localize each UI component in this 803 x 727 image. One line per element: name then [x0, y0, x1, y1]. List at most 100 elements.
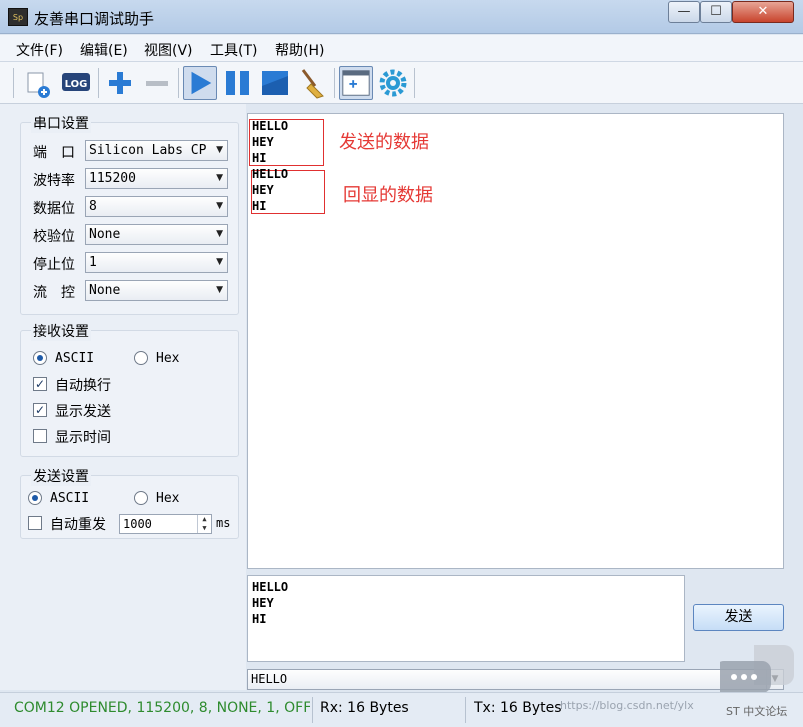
baud-value: 115200 — [89, 171, 136, 186]
chevron-down-icon: ▼ — [216, 145, 223, 155]
send-line: HEY — [252, 596, 274, 610]
remove-icon[interactable] — [140, 66, 174, 100]
settings-gear-icon[interactable] — [376, 66, 410, 100]
send-history-value: HELLO — [251, 672, 288, 686]
receive-text-area[interactable]: HELLO HEY HI HELLO HEY HI 发送的数据 回显的数据 — [247, 113, 784, 569]
recv-echo-line: HI — [252, 199, 267, 213]
baud-label: 波特率 — [33, 173, 75, 189]
parity-value: None — [89, 227, 121, 242]
chevron-down-icon: ▼ — [216, 229, 223, 239]
baud-select[interactable]: 115200 ▼ — [85, 168, 228, 189]
spin-arrows-icon[interactable]: ▲ ▼ — [197, 515, 211, 533]
send-line: HI — [252, 612, 267, 626]
stopbits-value: 1 — [89, 255, 97, 270]
recv-ascii-radio[interactable] — [33, 351, 47, 365]
show-sent-label: 显示发送 — [55, 404, 111, 420]
watermark-text: ST 中文论坛 — [726, 705, 788, 718]
serial-settings-title: 串口设置 — [31, 113, 91, 133]
toolbar: LOG — [0, 62, 803, 104]
minimize-button[interactable]: — — [668, 1, 700, 23]
port-status: COM12 OPENED, 115200, 8, NONE, 1, OFF — [14, 700, 310, 716]
recv-sent-line: HELLO — [252, 119, 289, 133]
toolbar-separator — [414, 68, 415, 98]
resend-interval-value: 1000 — [123, 517, 152, 531]
new-icon[interactable] — [20, 66, 54, 100]
chevron-down-icon: ▼ — [216, 201, 223, 211]
stop-icon[interactable] — [258, 66, 292, 100]
send-button[interactable]: 发送 — [693, 604, 784, 631]
show-time-label: 显示时间 — [55, 430, 111, 446]
send-history-combo[interactable]: HELLO ▼ — [247, 669, 784, 690]
watermark-url: https://blog.csdn.net/ylx — [560, 699, 694, 712]
recv-hex-label: Hex — [156, 351, 180, 366]
recv-echo-line: HEY — [252, 183, 274, 197]
show-time-checkbox[interactable] — [33, 429, 47, 443]
flow-label: 流 控 — [33, 285, 75, 301]
recv-hex-radio[interactable] — [134, 351, 148, 365]
show-sent-checkbox[interactable]: ✓ — [33, 403, 47, 417]
status-separator — [465, 697, 466, 723]
menu-view[interactable]: 视图(V) — [144, 40, 193, 60]
send-hex-label: Hex — [156, 491, 180, 506]
recv-sent-line: HEY — [252, 135, 274, 149]
send-ascii-radio[interactable] — [28, 491, 42, 505]
recv-echo-line: HELLO — [252, 167, 289, 181]
send-ascii-label: ASCII — [50, 491, 90, 506]
window-icon[interactable] — [339, 66, 373, 100]
databits-value: 8 — [89, 199, 97, 214]
clear-broom-icon[interactable] — [295, 66, 329, 100]
flow-value: None — [89, 283, 121, 298]
menu-edit[interactable]: 编辑(E) — [80, 40, 128, 60]
receive-settings-group: 接收设置 — [20, 321, 239, 457]
port-value: Silicon Labs CP — [89, 143, 207, 158]
log-icon[interactable]: LOG — [59, 66, 93, 100]
send-text-area[interactable]: HELLO HEY HI — [247, 575, 685, 662]
auto-resend-checkbox[interactable] — [28, 516, 42, 530]
status-separator — [312, 697, 313, 723]
maximize-button[interactable]: ☐ — [700, 1, 732, 23]
menu-help[interactable]: 帮助(H) — [275, 40, 324, 60]
log-icon-label: LOG — [65, 79, 88, 90]
chevron-down-icon: ▼ — [216, 173, 223, 183]
toolbar-separator — [178, 68, 179, 98]
toolbar-separator — [13, 68, 14, 98]
echo-data-annotation: 回显的数据 — [343, 185, 433, 206]
app-icon: Sp — [8, 8, 28, 26]
chevron-down-icon: ▼ — [216, 257, 223, 267]
recv-ascii-label: ASCII — [55, 351, 95, 366]
port-label: 端 口 — [33, 145, 75, 161]
resend-unit: ms — [216, 516, 231, 530]
tx-count: Tx: 16 Bytes — [474, 700, 562, 716]
auto-resend-label: 自动重发 — [50, 517, 106, 533]
menu-tools[interactable]: 工具(T) — [210, 40, 257, 60]
databits-label: 数据位 — [33, 201, 75, 217]
send-line: HELLO — [252, 580, 289, 594]
start-icon[interactable] — [183, 66, 217, 100]
recv-sent-line: HI — [252, 151, 267, 165]
parity-select[interactable]: None ▼ — [85, 224, 228, 245]
stopbits-label: 停止位 — [33, 257, 75, 273]
title-bar: Sp 友善串口调试助手 — ☐ ✕ — [0, 0, 803, 34]
menu-file[interactable]: 文件(F) — [16, 40, 63, 60]
port-select[interactable]: Silicon Labs CP ▼ — [85, 140, 228, 161]
menu-bar: 文件(F) 编辑(E) 视图(V) 工具(T) 帮助(H) — [0, 35, 803, 62]
chevron-down-icon: ▼ — [216, 285, 223, 295]
pause-icon[interactable] — [221, 66, 255, 100]
toolbar-separator — [98, 68, 99, 98]
close-button[interactable]: ✕ — [732, 1, 794, 23]
auto-newline-checkbox[interactable]: ✓ — [33, 377, 47, 391]
rx-count: Rx: 16 Bytes — [320, 700, 409, 716]
receive-settings-title: 接收设置 — [31, 321, 91, 341]
send-settings-title: 发送设置 — [31, 466, 91, 486]
send-hex-radio[interactable] — [134, 491, 148, 505]
parity-label: 校验位 — [33, 229, 75, 245]
auto-newline-label: 自动换行 — [55, 378, 111, 394]
toolbar-separator — [334, 68, 335, 98]
flow-select[interactable]: None ▼ — [85, 280, 228, 301]
stopbits-select[interactable]: 1 ▼ — [85, 252, 228, 273]
databits-select[interactable]: 8 ▼ — [85, 196, 228, 217]
add-icon[interactable] — [103, 66, 137, 100]
resend-interval-input[interactable]: 1000 ▲ ▼ — [119, 514, 212, 534]
window-title: 友善串口调试助手 — [34, 10, 155, 28]
sent-data-annotation: 发送的数据 — [339, 132, 429, 153]
